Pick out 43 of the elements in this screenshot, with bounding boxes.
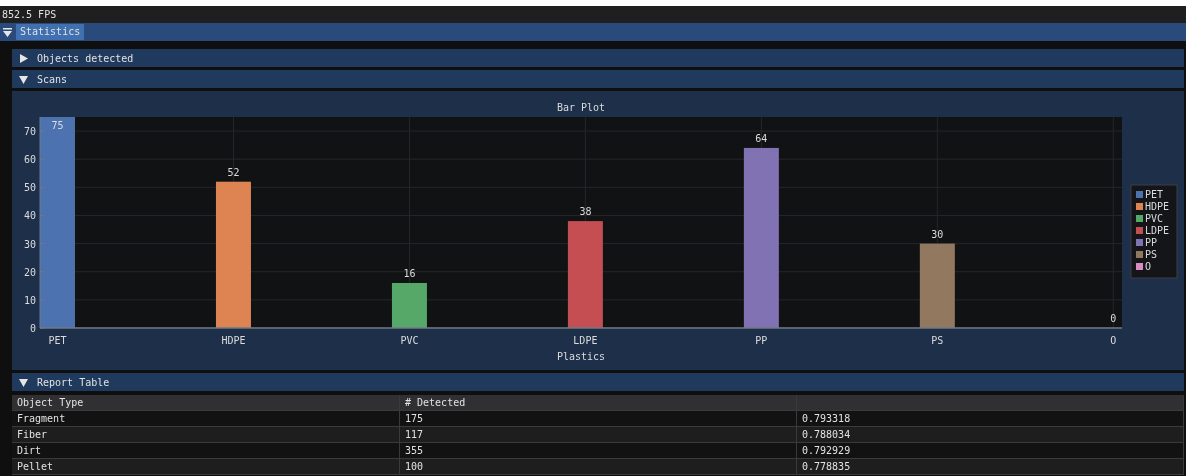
legend-label[interactable]: PP: [1145, 237, 1158, 248]
y-tick-label: 10: [23, 294, 36, 306]
fps-counter: 852.5 FPS: [2, 9, 57, 20]
legend-label[interactable]: LDPE: [1145, 225, 1170, 236]
x-tick-label: PP: [755, 335, 768, 346]
y-tick-label: 40: [23, 210, 36, 222]
section-header[interactable]: Report Table: [12, 373, 1184, 391]
chart-title: Bar Plot: [556, 102, 606, 113]
x-tick-label: PS: [931, 335, 944, 346]
x-tick-label: HDPE: [221, 335, 246, 346]
table-cell: Pellet: [12, 459, 400, 475]
data-label: 64: [755, 132, 768, 144]
x-tick-label: PVC: [400, 335, 419, 346]
x-tick-label: PET: [48, 335, 67, 346]
collapse-icon[interactable]: [3, 27, 12, 37]
legend-label[interactable]: HDPE: [1145, 201, 1170, 212]
y-tick-label: 60: [23, 154, 36, 166]
data-label: 0: [1110, 313, 1117, 324]
legend-label[interactable]: PET: [1145, 189, 1164, 200]
data-label: 30: [931, 228, 944, 240]
legend-label[interactable]: PVC: [1145, 213, 1164, 224]
y-tick-label: 70: [23, 126, 36, 138]
table-cell: 0.778835: [797, 459, 1184, 475]
expanded-arrow-icon[interactable]: [19, 377, 28, 387]
x-tick-label: LDPE: [573, 335, 598, 346]
table-cell: 100: [400, 459, 797, 475]
x-tick-label: O: [1110, 335, 1117, 346]
y-tick-label: 20: [23, 266, 36, 278]
y-tick-label: 30: [23, 238, 36, 250]
expanded-arrow-icon[interactable]: [19, 74, 28, 84]
section-header[interactable]: Objects detected: [12, 49, 1184, 67]
y-tick-label: 50: [23, 182, 36, 194]
x-axis-label: Plastics: [556, 351, 606, 362]
y-tick-label: 0: [29, 323, 36, 334]
collapsed-arrow-icon[interactable]: [19, 53, 28, 63]
data-label: 38: [579, 206, 592, 218]
window-title[interactable]: Statistics: [16, 24, 85, 40]
data-label: 52: [227, 166, 240, 178]
legend-label[interactable]: PS: [1145, 249, 1158, 260]
data-label: 75: [51, 120, 64, 131]
data-label: 16: [403, 268, 416, 279]
section-header[interactable]: Scans: [12, 70, 1184, 88]
legend-label[interactable]: O: [1145, 261, 1152, 272]
